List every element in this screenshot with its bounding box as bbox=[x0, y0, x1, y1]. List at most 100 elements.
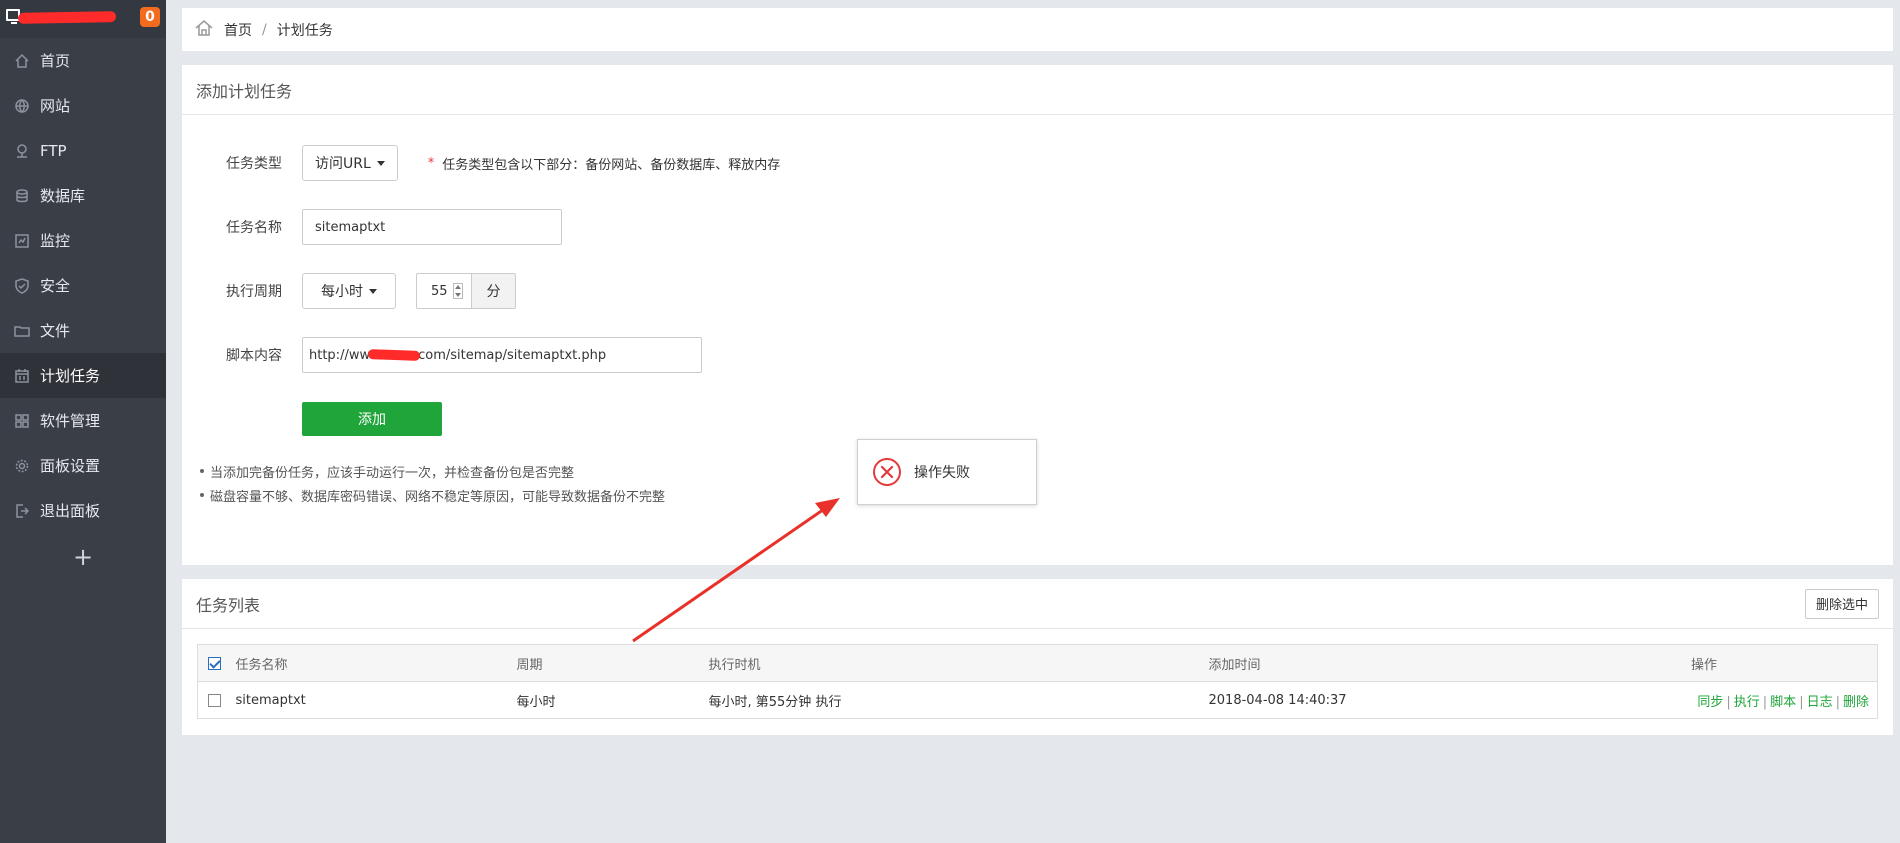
sidebar-item-security[interactable]: 安全 bbox=[0, 263, 166, 308]
notification-badge[interactable]: 0 bbox=[140, 7, 160, 27]
ftp-icon bbox=[14, 143, 30, 159]
spinner-icon[interactable] bbox=[453, 283, 463, 299]
sidebar-item-label: 文件 bbox=[40, 322, 71, 340]
add-task-form: 任务类型 访问URL * 任务类型包含以下部分：备份网站、备份数据库、释放内存 … bbox=[182, 115, 1893, 565]
task-type-note-text: 任务类型包含以下部分：备份网站、备份数据库、释放内存 bbox=[442, 157, 781, 173]
col-period: 周期 bbox=[516, 644, 709, 682]
task-type-label: 任务类型 bbox=[226, 156, 282, 172]
table-row: sitemaptxt 每小时 每小时, 第55分钟 执行 2018-04-08 … bbox=[198, 682, 1878, 719]
sidebar-item-label: 面板设置 bbox=[40, 457, 101, 475]
task-type-note: * 任务类型包含以下部分：备份网站、备份数据库、释放内存 bbox=[428, 154, 781, 173]
error-toast: 操作失败 bbox=[857, 439, 1037, 505]
globe-icon bbox=[14, 98, 30, 114]
task-table: 任务名称 周期 执行时机 添加时间 操作 sitemaptxt 每小时 每小时,… bbox=[197, 644, 1878, 719]
shield-icon bbox=[14, 277, 30, 294]
minute-group: 55 分 bbox=[416, 273, 516, 309]
caret-down-icon bbox=[376, 160, 385, 166]
apps-icon bbox=[14, 413, 30, 429]
task-type-value: 访问URL bbox=[315, 156, 371, 172]
sidebar-item-database[interactable]: 数据库 bbox=[0, 173, 166, 218]
required-star: * bbox=[427, 155, 435, 171]
row-checkbox[interactable] bbox=[208, 693, 221, 707]
op-run-link[interactable]: 执行 bbox=[1734, 695, 1760, 710]
op-log-link[interactable]: 日志 bbox=[1807, 695, 1833, 710]
sidebar-item-label: 网站 bbox=[40, 97, 71, 115]
op-sync-link[interactable]: 同步 bbox=[1697, 695, 1723, 710]
add-button[interactable]: 添加 bbox=[302, 402, 442, 436]
redacted-domain bbox=[367, 349, 421, 361]
period-label: 执行周期 bbox=[226, 284, 282, 300]
sidebar-item-label: 计划任务 bbox=[40, 367, 101, 385]
script-label: 脚本内容 bbox=[226, 348, 282, 364]
sidebar-item-software[interactable]: 软件管理 bbox=[0, 398, 166, 443]
cell-period: 每小时 bbox=[516, 694, 556, 710]
script-content-input[interactable]: http://ww com/sitemap/sitemaptxt.php bbox=[302, 337, 702, 373]
caret-down-icon bbox=[369, 288, 377, 294]
table-header-row: 任务名称 周期 执行时机 添加时间 操作 bbox=[197, 644, 1878, 682]
breadcrumb-current: 计划任务 bbox=[276, 22, 333, 39]
main-content: 首页 / 计划任务 添加计划任务 任务类型 访问URL * 任务类型包含以下部分… bbox=[182, 8, 1893, 735]
toast-message: 操作失败 bbox=[914, 465, 970, 481]
home-icon[interactable] bbox=[194, 19, 214, 41]
sidebar-item-label: FTP bbox=[40, 141, 67, 160]
script-value-suffix: com/sitemap/sitemaptxt.php bbox=[418, 347, 607, 363]
script-value-prefix: http://ww bbox=[309, 347, 371, 363]
sidebar-item-settings[interactable]: 面板设置 bbox=[0, 443, 166, 488]
cell-ops: 同步 | 执行 | 脚本 | 日志 | 删除 bbox=[1697, 694, 1869, 710]
monitor-icon bbox=[14, 233, 30, 249]
row-select-cell bbox=[198, 682, 236, 719]
select-all-cell bbox=[197, 644, 236, 682]
minute-unit: 分 bbox=[471, 273, 516, 309]
col-ops: 操作 bbox=[1493, 644, 1878, 682]
sidebar-item-website[interactable]: 网站 bbox=[0, 83, 166, 128]
sidebar-item-label: 安全 bbox=[40, 277, 71, 295]
minute-value: 55 bbox=[431, 283, 448, 299]
col-added-time: 添加时间 bbox=[1208, 644, 1494, 682]
sidebar-item-monitor[interactable]: 监控 bbox=[0, 218, 166, 263]
redacted-hostname bbox=[17, 11, 117, 24]
add-task-title: 添加计划任务 bbox=[182, 65, 1893, 115]
cell-added-time: 2018-04-08 14:40:37 bbox=[1208, 692, 1347, 708]
op-script-link[interactable]: 脚本 bbox=[1770, 695, 1796, 710]
cell-task-name: sitemaptxt bbox=[235, 692, 306, 708]
error-circle-icon bbox=[873, 458, 901, 486]
col-timing: 执行时机 bbox=[708, 644, 1209, 682]
period-value: 每小时 bbox=[321, 284, 363, 300]
task-name-label: 任务名称 bbox=[226, 220, 282, 236]
minute-input[interactable]: 55 bbox=[416, 273, 471, 309]
tip-item: 当添加完备份任务，应该手动运行一次，并检查备份包是否完整 bbox=[200, 459, 665, 483]
op-delete-link[interactable]: 删除 bbox=[1843, 695, 1869, 710]
select-all-checkbox[interactable] bbox=[208, 656, 221, 670]
cell-timing: 每小时, 第55分钟 执行 bbox=[708, 694, 842, 710]
sidebar-header: 0 bbox=[0, 0, 166, 38]
period-row: 执行周期 每小时 55 分 bbox=[182, 273, 516, 309]
sidebar-item-cron[interactable]: 计划任务 bbox=[0, 353, 166, 398]
sidebar: 0 首页 网站 FTP 数据库 监控 安全 文件 计划任务 软件管理 面板设置 … bbox=[0, 0, 166, 843]
task-list-title: 任务列表 bbox=[196, 595, 261, 615]
breadcrumb-separator: / bbox=[262, 21, 267, 38]
task-list-panel: 任务列表 删除选中 任务名称 周期 执行时机 添加时间 操作 sitemaptx… bbox=[182, 579, 1893, 735]
breadcrumb: 首页 / 计划任务 bbox=[182, 8, 1893, 51]
sidebar-item-ftp[interactable]: FTP bbox=[0, 128, 166, 173]
gear-icon bbox=[14, 458, 30, 474]
task-list-header: 任务列表 删除选中 bbox=[182, 579, 1893, 629]
task-type-dropdown[interactable]: 访问URL bbox=[302, 145, 398, 181]
sidebar-item-files[interactable]: 文件 bbox=[0, 308, 166, 353]
task-name-input[interactable]: sitemaptxt bbox=[302, 209, 562, 245]
database-icon bbox=[14, 188, 30, 204]
task-name-row: 任务名称 sitemaptxt bbox=[182, 209, 562, 245]
sidebar-item-logout[interactable]: 退出面板 bbox=[0, 488, 166, 533]
sidebar-item-label: 首页 bbox=[40, 52, 71, 70]
delete-selected-button[interactable]: 删除选中 bbox=[1804, 588, 1879, 619]
sidebar-nav: 首页 网站 FTP 数据库 监控 安全 文件 计划任务 软件管理 面板设置 退出… bbox=[0, 38, 166, 533]
period-dropdown[interactable]: 每小时 bbox=[302, 273, 396, 309]
folder-icon bbox=[14, 323, 30, 339]
tips-list: 当添加完备份任务，应该手动运行一次，并检查备份包是否完整 磁盘容量不够、数据库密… bbox=[200, 459, 665, 507]
sidebar-item-label: 软件管理 bbox=[40, 412, 101, 430]
sidebar-item-label: 退出面板 bbox=[40, 502, 101, 520]
breadcrumb-home-link[interactable]: 首页 bbox=[224, 20, 252, 40]
task-type-row: 任务类型 访问URL * 任务类型包含以下部分：备份网站、备份数据库、释放内存 bbox=[182, 145, 780, 181]
sidebar-item-home[interactable]: 首页 bbox=[0, 38, 166, 83]
add-task-panel: 添加计划任务 任务类型 访问URL * 任务类型包含以下部分：备份网站、备份数据… bbox=[182, 65, 1893, 565]
add-shortcut-button[interactable]: + bbox=[0, 537, 166, 577]
